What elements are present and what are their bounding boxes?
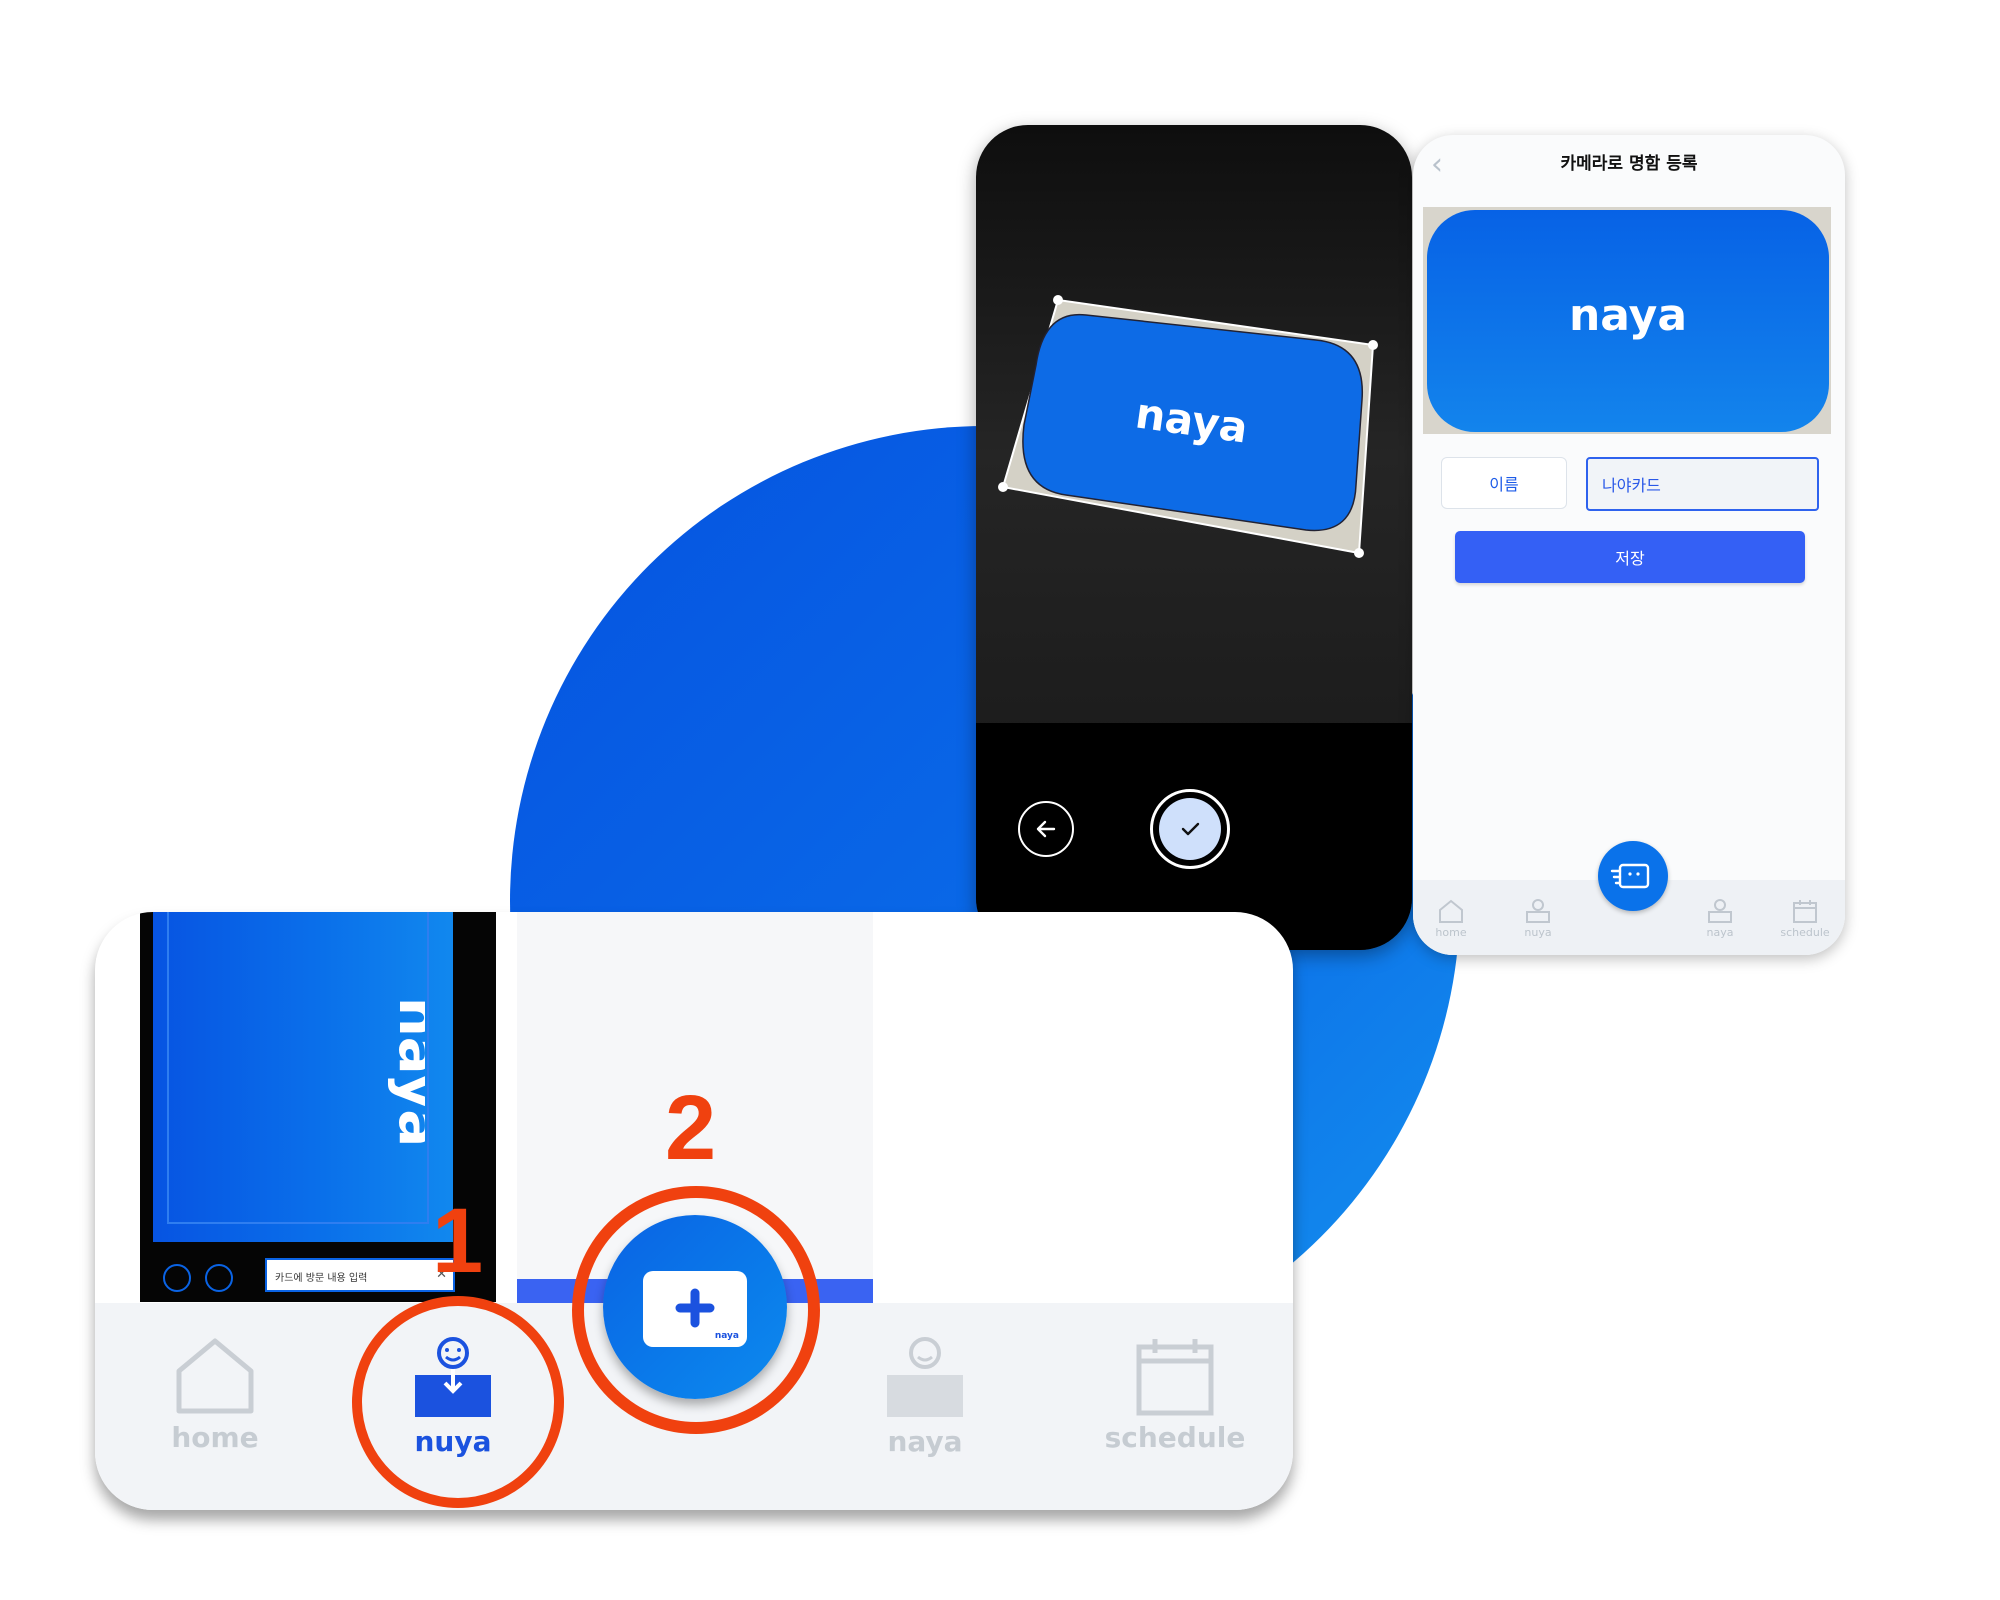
tab-home[interactable]: home <box>155 1335 275 1465</box>
tab-label: home <box>1435 926 1467 939</box>
calendar-icon <box>1136 1339 1214 1416</box>
crop-handle[interactable] <box>1354 548 1364 558</box>
home-icon <box>1439 899 1463 923</box>
camera-viewfinder: naya <box>998 295 1378 558</box>
visit-note-text: 카드에 방문 내용 입력 <box>275 1273 368 1284</box>
tab-schedule[interactable]: schedule <box>1085 1335 1265 1465</box>
svg-text:naya: naya <box>386 997 425 1147</box>
register-phone: ‹ 카메라로 명함 등록 naya 이름 나야카드 저장 home nuya n… <box>1413 135 1845 955</box>
save-button[interactable]: 저장 <box>1455 531 1805 583</box>
smile-icon[interactable] <box>205 1264 233 1292</box>
card-logo: naya <box>1568 290 1688 341</box>
tab-label: naya <box>1706 926 1734 939</box>
tab-home[interactable]: home <box>1421 898 1481 939</box>
confirm-button[interactable] <box>1150 789 1230 869</box>
crop-handle[interactable] <box>998 482 1008 492</box>
tab-label: schedule <box>1104 1421 1246 1454</box>
crop-handle[interactable] <box>1368 340 1378 350</box>
inbox-smile-icon <box>887 1337 963 1417</box>
camera-phone: naya <box>976 125 1412 950</box>
card-scan-icon <box>1610 863 1650 889</box>
calendar-icon <box>1793 900 1817 923</box>
step-number-1: 1 <box>432 1190 484 1292</box>
card-logo: naya <box>386 997 425 1147</box>
step-number-2: 2 <box>665 1077 717 1179</box>
inbox-smile-icon <box>1526 899 1550 923</box>
tab-label: home <box>171 1421 259 1454</box>
name-field-label: 이름 <box>1441 457 1567 509</box>
name-input[interactable]: 나야카드 <box>1586 457 1819 511</box>
crop-handle[interactable] <box>1053 295 1063 305</box>
tab-naya[interactable]: naya <box>1690 898 1750 939</box>
page-title: 카메라로 명함 등록 <box>1560 154 1698 174</box>
person-icon[interactable] <box>163 1264 191 1292</box>
tab-schedule[interactable]: schedule <box>1775 898 1835 939</box>
tab-label: naya <box>887 1425 963 1458</box>
home-icon <box>176 1338 254 1414</box>
check-icon <box>1181 822 1200 836</box>
quick-action-button[interactable] <box>1598 841 1668 911</box>
highlight-ring-2 <box>572 1186 820 1434</box>
tab-label: nuya <box>1524 926 1552 939</box>
inbox-smile-icon <box>1708 899 1732 923</box>
highlight-ring-1 <box>352 1296 564 1508</box>
tab-label: schedule <box>1780 926 1830 939</box>
business-card: naya <box>1427 210 1829 432</box>
tab-nuya[interactable]: nuya <box>1508 898 1568 939</box>
arrow-left-icon <box>1036 820 1056 838</box>
back-button[interactable] <box>1018 801 1074 857</box>
visit-note-input[interactable]: 카드에 방문 내용 입력 ✕ <box>265 1258 455 1292</box>
tab-naya[interactable]: naya <box>865 1335 985 1465</box>
